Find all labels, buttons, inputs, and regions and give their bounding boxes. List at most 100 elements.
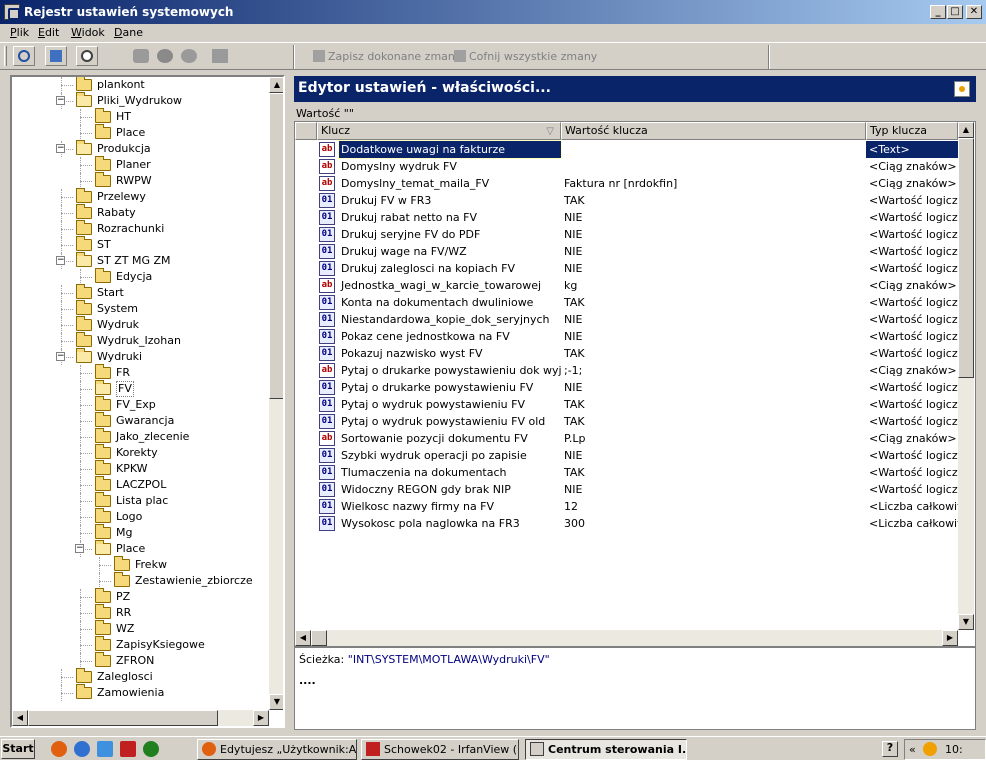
- type-cell[interactable]: <Ciąg znaków>: [866, 430, 958, 447]
- tree-item[interactable]: Rozrachunki: [12, 220, 267, 237]
- explorer-icon[interactable]: [97, 741, 113, 757]
- type-cell[interactable]: <Ciąg znaków>: [866, 362, 958, 379]
- menu-edit[interactable]: Edit: [38, 26, 59, 39]
- table-row[interactable]: ab Pytaj o drukarke powystawieniu dok wyj…: [295, 362, 957, 379]
- table-row[interactable]: 01 Pokaz cene jednostkowa na FV NIE <Wartoś…: [295, 328, 958, 345]
- value-cell[interactable]: NIE: [561, 243, 866, 260]
- tree-item[interactable]: FV: [12, 380, 267, 397]
- tree-item[interactable]: − ST ZT MG ZM: [12, 252, 267, 269]
- key-cell[interactable]: Niestandardowa_kopie_dok_seryjnych: [339, 311, 561, 328]
- close-button[interactable]: ✕: [966, 5, 982, 19]
- type-cell[interactable]: <Wartość logiczna: [866, 379, 958, 396]
- value-cell[interactable]: TAK: [561, 413, 866, 430]
- maximize-button[interactable]: □: [947, 5, 963, 19]
- type-cell[interactable]: <Wartość logiczna: [866, 413, 958, 430]
- tree-item[interactable]: Edycja: [12, 268, 267, 285]
- start-button[interactable]: Start: [1, 739, 35, 759]
- key-cell[interactable]: Domyslny wydruk FV: [339, 158, 561, 175]
- tree-item[interactable]: PZ: [12, 588, 267, 605]
- tree-item[interactable]: Place: [12, 124, 267, 141]
- tree-item[interactable]: RWPW: [12, 172, 267, 189]
- key-cell[interactable]: Drukuj zaleglosci na kopiach FV: [339, 260, 561, 277]
- type-cell[interactable]: <Wartość logiczna: [866, 464, 958, 481]
- value-cell[interactable]: NIE: [561, 481, 866, 498]
- key-cell[interactable]: Drukuj seryjne FV do PDF: [339, 226, 561, 243]
- tree-item[interactable]: Frekw: [12, 556, 267, 573]
- value-cell[interactable]: TAK: [561, 192, 866, 209]
- key-cell[interactable]: Domyslny_temat_maila_FV: [339, 175, 561, 192]
- key-cell[interactable]: Pokazuj nazwisko wyst FV: [339, 345, 561, 362]
- type-cell[interactable]: <Ciąg znaków>: [866, 158, 958, 175]
- type-cell[interactable]: <Wartość logiczna: [866, 328, 958, 345]
- tree-item[interactable]: System: [12, 300, 267, 317]
- column-header-key[interactable]: Klucz ▽: [317, 122, 561, 140]
- table-row[interactable]: 01 Pytaj o wydruk powystawieniu FV old TAK…: [295, 413, 958, 430]
- collapse-toggle-icon[interactable]: −: [56, 352, 65, 361]
- task-button-irfanview[interactable]: Schowek02 - IrfanView (...: [361, 739, 519, 760]
- key-cell[interactable]: Pokaz cene jednostkowa na FV: [339, 328, 561, 345]
- column-header-value[interactable]: Wartość klucza: [561, 122, 866, 140]
- tree-item[interactable]: Start: [12, 284, 267, 301]
- firefox-icon[interactable]: [51, 741, 67, 757]
- key-cell[interactable]: Pytaj o wydruk powystawieniu FV old: [339, 413, 561, 430]
- key-cell[interactable]: Konta na dokumentach dwuliniowe: [339, 294, 561, 311]
- collapse-toggle-icon[interactable]: −: [56, 96, 65, 105]
- chevron-left-icon[interactable]: «: [909, 740, 916, 759]
- scroll-up-arrow-icon[interactable]: ▲: [269, 77, 283, 93]
- key-cell[interactable]: Wielkosc nazwy firmy na FV: [339, 498, 561, 515]
- scroll-thumb[interactable]: [269, 93, 283, 399]
- sun-icon[interactable]: [923, 742, 937, 756]
- table-row[interactable]: 01 Pytaj o wydruk powystawieniu FV TAK <War…: [295, 396, 958, 413]
- tree-item[interactable]: Wydruk: [12, 316, 267, 333]
- table-row[interactable]: 01 Niestandardowa_kopie_dok_seryjnych NIE <…: [295, 311, 958, 328]
- key-cell[interactable]: Pytaj o drukarke powystawieniu dok wyjat…: [339, 362, 561, 379]
- scroll-left-arrow-icon[interactable]: ◀: [295, 630, 311, 646]
- type-cell[interactable]: <Liczba całkowita>: [866, 515, 958, 532]
- table-row[interactable]: 01 Konta na dokumentach dwuliniowe TAK <War…: [295, 294, 958, 311]
- table-row[interactable]: ab Sortowanie pozycji dokumentu FV P.Lp <Ci…: [295, 430, 957, 447]
- tree-vertical-scrollbar[interactable]: ▲ ▼: [269, 77, 283, 710]
- tree-item[interactable]: Korekty: [12, 444, 267, 461]
- value-cell[interactable]: ;-1;: [561, 362, 866, 379]
- type-cell[interactable]: <Wartość logiczna: [866, 294, 958, 311]
- table-row[interactable]: ab Domyslny_temat_maila_FV Faktura nr [nrd…: [295, 175, 957, 192]
- type-cell[interactable]: <Ciąg znaków>: [866, 175, 958, 192]
- tree-item[interactable]: LACZPOL: [12, 476, 267, 493]
- tree-item[interactable]: Lista plac: [12, 492, 267, 509]
- settings-tree[interactable]: plankont − Pliki_Wydrukow HT Place − Produkcja…: [10, 75, 285, 728]
- table-row[interactable]: 01 Widoczny REGON gdy brak NIP NIE <Wartość…: [295, 481, 958, 498]
- tree-item[interactable]: Gwarancja: [12, 412, 267, 429]
- type-cell[interactable]: <Wartość logiczna: [866, 243, 958, 260]
- scroll-down-arrow-icon[interactable]: ▼: [269, 694, 283, 710]
- value-cell[interactable]: Faktura nr [nrdokfin]: [561, 175, 866, 192]
- tree-item[interactable]: − Wydruki: [12, 348, 267, 365]
- tree-item[interactable]: − Pliki_Wydrukow: [12, 92, 267, 109]
- clock[interactable]: 10:: [945, 740, 963, 759]
- value-cell[interactable]: TAK: [561, 294, 866, 311]
- key-cell[interactable]: Drukuj wage na FV/WZ: [339, 243, 561, 260]
- value-cell[interactable]: NIE: [561, 328, 866, 345]
- menu-dane[interactable]: Dane: [114, 26, 143, 39]
- tree-item[interactable]: FR: [12, 364, 267, 381]
- toolbar-grip[interactable]: [4, 46, 7, 66]
- scroll-thumb[interactable]: [958, 138, 974, 378]
- tree-item[interactable]: Rabaty: [12, 204, 267, 221]
- key-cell[interactable]: Pytaj o drukarke powystawieniu FV: [339, 379, 561, 396]
- type-cell[interactable]: <Wartość logiczna: [866, 345, 958, 362]
- value-cell[interactable]: NIE: [561, 209, 866, 226]
- tree-item[interactable]: − Place: [12, 540, 267, 557]
- key-cell[interactable]: Jednostka_wagi_w_karcie_towarowej: [339, 277, 561, 294]
- tree-item[interactable]: − Produkcja: [12, 140, 267, 157]
- table-row[interactable]: 01 Tlumaczenia na dokumentach TAK <Wartość …: [295, 464, 958, 481]
- scroll-left-arrow-icon[interactable]: ◀: [12, 710, 28, 726]
- tree-item[interactable]: RR: [12, 604, 267, 621]
- value-cell[interactable]: TAK: [561, 464, 866, 481]
- value-cell[interactable]: kg: [561, 277, 866, 294]
- value-cell[interactable]: P.Lp: [561, 430, 866, 447]
- table-row[interactable]: 01 Drukuj zaleglosci na kopiach FV NIE <War…: [295, 260, 958, 277]
- menu-plik[interactable]: Plik: [10, 26, 29, 39]
- value-cell[interactable]: NIE: [561, 447, 866, 464]
- value-cell[interactable]: NIE: [561, 379, 866, 396]
- table-row[interactable]: 01 Drukuj seryjne FV do PDF NIE <Wartość lo…: [295, 226, 958, 243]
- undo-all-button[interactable]: Cofnij wszystkie zmany: [454, 50, 597, 63]
